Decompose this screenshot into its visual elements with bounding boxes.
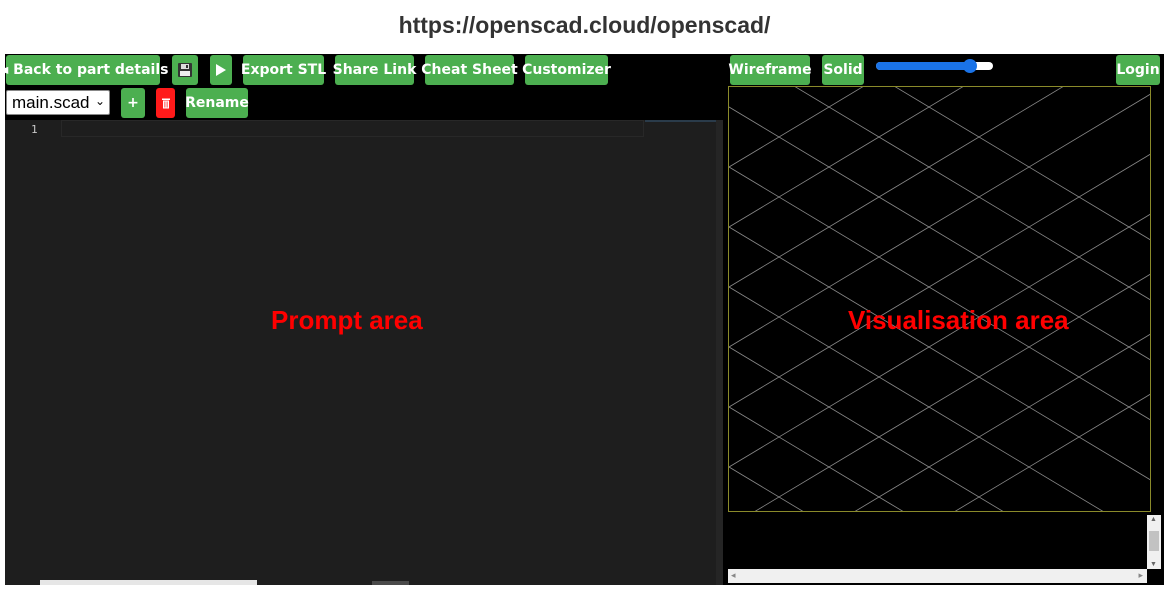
run-button[interactable]	[210, 55, 232, 85]
rename-file-button[interactable]: Rename	[185, 88, 249, 118]
delete-file-button[interactable]	[156, 88, 175, 118]
solid-button[interactable]: Solid	[822, 55, 864, 85]
page-url-title: https://openscad.cloud/openscad/	[398, 12, 771, 38]
zoom-slider[interactable]	[876, 59, 993, 73]
save-button[interactable]	[172, 55, 198, 85]
console-output[interactable]: ▲ ▼ ◂ ▸	[728, 512, 1164, 585]
customizer-button[interactable]: Customizer	[522, 55, 611, 85]
editor-scroll-indicator	[645, 120, 723, 122]
chevron-down-icon: ⌄	[94, 94, 105, 108]
zoom-slider-thumb[interactable]	[963, 59, 977, 73]
login-button[interactable]: Login	[1116, 55, 1160, 85]
file-select[interactable]: main.scad ⌄	[6, 90, 110, 115]
editor-horizontal-scrollbar-thumb[interactable]	[40, 580, 257, 585]
export-stl-button[interactable]: Export STL	[241, 55, 326, 85]
floppy-disk-icon	[178, 63, 192, 77]
console-vertical-scrollbar[interactable]: ▲ ▼	[1147, 515, 1161, 569]
scroll-left-arrow-icon[interactable]: ◂	[731, 570, 736, 581]
console-horizontal-scrollbar[interactable]: ◂ ▸	[728, 569, 1147, 583]
console-scroll-thumb[interactable]	[1149, 531, 1159, 551]
3d-viewer[interactable]	[728, 86, 1151, 512]
scroll-right-arrow-icon[interactable]: ▸	[1138, 570, 1143, 581]
add-file-button[interactable]: +	[121, 88, 145, 118]
visualisation-area-annotation: Visualisation area	[848, 305, 1069, 335]
wireframe-button[interactable]: Wireframe	[728, 55, 812, 85]
viewer-grid	[729, 87, 1150, 511]
editor-current-line[interactable]	[61, 120, 644, 137]
prompt-area-annotation: Prompt area	[271, 305, 423, 335]
zoom-slider-fill	[876, 62, 970, 70]
line-number: 1	[31, 123, 38, 136]
scroll-down-arrow-icon[interactable]: ▼	[1150, 561, 1157, 568]
share-link-button[interactable]: Share Link	[333, 55, 416, 85]
editor-horizontal-scrollbar-marker	[372, 581, 409, 585]
back-to-part-details-button[interactable]: ◄ Back to part details	[0, 55, 168, 85]
trash-icon	[161, 98, 170, 108]
scroll-up-arrow-icon[interactable]: ▲	[1150, 516, 1157, 523]
code-editor[interactable]: 1	[5, 120, 723, 585]
cheat-sheet-button[interactable]: Cheat Sheet	[421, 55, 518, 85]
play-icon	[216, 64, 226, 76]
file-select-value: main.scad	[12, 92, 90, 112]
editor-vertical-scrollbar[interactable]	[716, 120, 723, 585]
line-number-gutter: 1	[5, 120, 61, 585]
